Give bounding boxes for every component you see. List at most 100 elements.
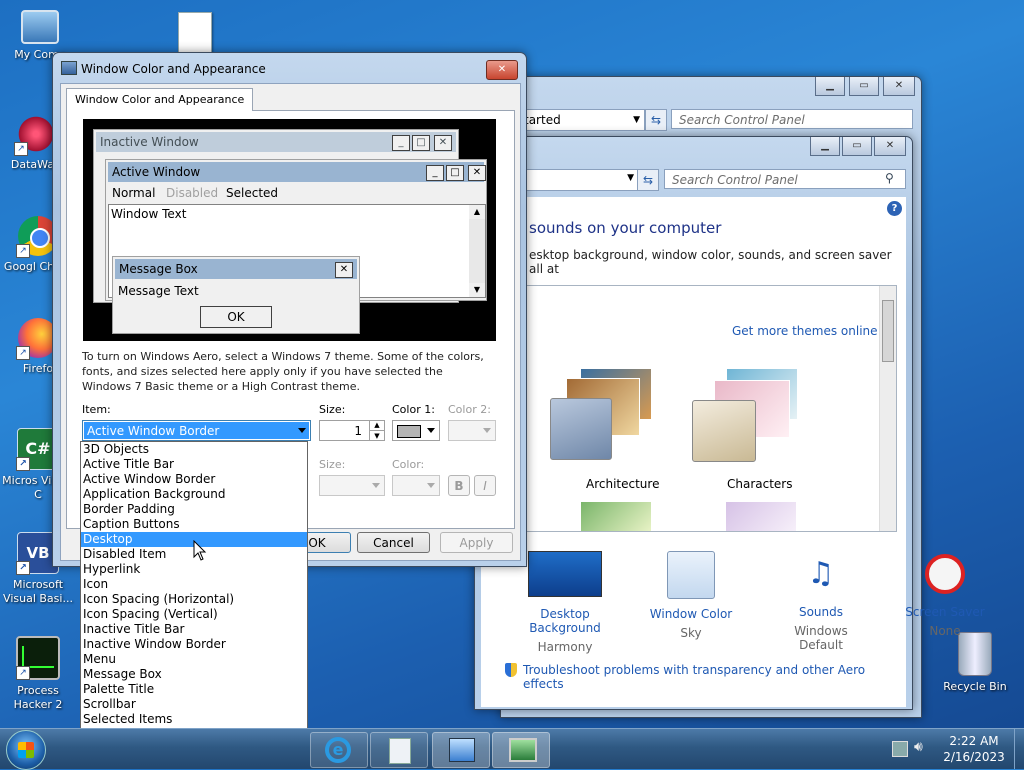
- spin-up-button[interactable]: ▲: [369, 421, 384, 430]
- dropdown-option[interactable]: Selected Items: [81, 712, 307, 727]
- search-input[interactable]: Search Control Panel: [671, 109, 913, 129]
- color2-picker[interactable]: [448, 420, 496, 441]
- show-desktop-button[interactable]: [1014, 729, 1024, 769]
- desktop-icon-label: Recycle Bin: [943, 680, 1007, 693]
- size-spinner[interactable]: 1 ▲ ▼: [319, 420, 385, 441]
- scrollbar[interactable]: [879, 286, 896, 531]
- document-icon[interactable]: [178, 12, 212, 54]
- theme-list[interactable]: Get more themes online Architecture Char…: [519, 285, 897, 532]
- close-button[interactable]: ✕: [874, 137, 906, 156]
- maximize-icon: □: [446, 165, 464, 181]
- taskbar-control-panel-button[interactable]: [432, 732, 490, 768]
- minimize-button[interactable]: ▁: [810, 137, 840, 156]
- minimize-icon: _: [426, 165, 444, 181]
- clock[interactable]: 2:22 AM 2/16/2023: [940, 733, 1008, 765]
- window-color-item[interactable]: Window Color Sky: [641, 551, 741, 640]
- window-color-icon: [667, 551, 715, 599]
- preview-scrollbar: ▲ ▼: [469, 205, 485, 297]
- font-color-picker[interactable]: [392, 475, 440, 496]
- volume-icon[interactable]: 🔊︎: [914, 739, 923, 755]
- control-panel-window-front[interactable]: ▁ ▭ ✕ ▼ ⇆ Search Control Panel ⚲ ? sound…: [474, 136, 985, 710]
- cancel-button[interactable]: Cancel: [357, 532, 430, 553]
- page-heading: sounds on your computer: [529, 219, 722, 237]
- recycle-bin-icon: [958, 632, 992, 676]
- process-hacker-icon: ↗: [16, 636, 60, 680]
- taskbar-ie-button[interactable]: e: [310, 732, 368, 768]
- item-value: Sky: [680, 626, 702, 640]
- get-more-themes-link[interactable]: Get more themes online: [732, 324, 878, 338]
- bold-button[interactable]: B: [448, 475, 470, 496]
- minimize-button[interactable]: ▁: [815, 77, 845, 96]
- dropdown-option[interactable]: Hyperlink: [81, 562, 307, 577]
- dropdown-option[interactable]: Icon Spacing (Vertical): [81, 607, 307, 622]
- dropdown-option[interactable]: Icon Spacing (Horizontal): [81, 592, 307, 607]
- maximize-button[interactable]: ▭: [849, 77, 879, 96]
- display-icon: [509, 738, 537, 762]
- refresh-icon[interactable]: ⇆: [637, 169, 659, 191]
- close-button[interactable]: ✕: [486, 60, 518, 80]
- refresh-icon[interactable]: ⇆: [645, 109, 667, 131]
- sounds-item[interactable]: ♫ Sounds Windows Default: [771, 551, 871, 652]
- mouse-cursor-icon: [193, 540, 207, 561]
- dropdown-option[interactable]: Menu: [81, 652, 307, 667]
- search-input[interactable]: Search Control Panel: [664, 169, 906, 189]
- dropdown-option[interactable]: Icon: [81, 577, 307, 592]
- taskbar-appearance-button[interactable]: [492, 732, 550, 768]
- item-value: Windows Default: [794, 624, 848, 652]
- dropdown-option[interactable]: Border Padding: [81, 502, 307, 517]
- clock-date: 2/16/2023: [943, 750, 1005, 764]
- troubleshoot-link[interactable]: Troubleshoot problems with transparency …: [523, 663, 906, 691]
- dropdown-option[interactable]: Palette Title: [81, 682, 307, 697]
- font-size-select[interactable]: [319, 475, 385, 496]
- taskbar-file-button[interactable]: [370, 732, 428, 768]
- desktop-icon-process-hacker[interactable]: ↗ Process Hacker 2: [0, 636, 78, 712]
- italic-button[interactable]: I: [474, 475, 496, 496]
- minimize-icon: _: [392, 135, 410, 151]
- chevron-down-icon: [427, 483, 435, 488]
- window-text: Window Text: [111, 207, 187, 221]
- scroll-thumb[interactable]: [882, 300, 894, 362]
- shortcut-arrow-icon: ↗: [16, 561, 30, 575]
- item-dropdown-list[interactable]: 3D Objects Active Title Bar Active Window …: [80, 441, 308, 758]
- start-button[interactable]: [6, 730, 46, 770]
- theme-architecture[interactable]: [550, 368, 652, 468]
- preview-menu: Normal Disabled Selected: [108, 184, 482, 202]
- dropdown-option[interactable]: Message Box: [81, 667, 307, 682]
- dropdown-option[interactable]: Active Window Border: [81, 472, 307, 487]
- shortcut-arrow-icon: ↗: [16, 666, 30, 680]
- color1-label: Color 1:: [392, 403, 435, 416]
- message-text: Message Text: [118, 284, 199, 298]
- shortcut-arrow-icon: ↗: [16, 244, 30, 258]
- address-bar[interactable]: ▼: [515, 169, 639, 191]
- color1-picker[interactable]: [392, 420, 440, 441]
- network-icon[interactable]: [892, 741, 908, 757]
- address-text: tarted: [524, 113, 561, 127]
- dropdown-option[interactable]: Scrollbar: [81, 697, 307, 712]
- dropdown-option[interactable]: Application Background: [81, 487, 307, 502]
- screen-saver-item[interactable]: Screen Saver None: [895, 551, 995, 638]
- tab-window-color[interactable]: Window Color and Appearance: [66, 88, 254, 111]
- dropdown-option[interactable]: Inactive Window Border: [81, 637, 307, 652]
- font-color-label: Color:: [392, 458, 425, 471]
- dropdown-option[interactable]: 3D Objects: [81, 442, 307, 457]
- theme-label: Architecture: [586, 477, 660, 491]
- close-button[interactable]: ✕: [883, 77, 915, 96]
- spin-down-button[interactable]: ▼: [369, 430, 384, 441]
- color2-label: Color 2:: [448, 403, 491, 416]
- item-select[interactable]: Active Window Border: [82, 420, 311, 441]
- shortcut-arrow-icon: ↗: [14, 142, 28, 156]
- content-area: ? sounds on your computer esktop backgro…: [481, 197, 985, 707]
- apply-button[interactable]: Apply: [440, 532, 513, 553]
- help-icon[interactable]: ?: [887, 201, 902, 216]
- active-title-text: Active Window: [112, 165, 201, 179]
- dropdown-option[interactable]: Caption Buttons: [81, 517, 307, 532]
- preview-inactive-title-bar: Inactive Window _ □ ✕: [96, 132, 456, 152]
- menu-disabled: Disabled: [166, 186, 219, 200]
- maximize-button[interactable]: ▭: [842, 137, 872, 156]
- preview-active-title-bar: Active Window _ □ ✕: [108, 162, 486, 182]
- dropdown-option[interactable]: Active Title Bar: [81, 457, 307, 472]
- desktop-icon-recycle-bin[interactable]: Recycle Bin: [935, 632, 1015, 694]
- address-bar[interactable]: tarted ▼: [519, 109, 645, 131]
- dropdown-option[interactable]: Inactive Title Bar: [81, 622, 307, 637]
- theme-characters[interactable]: [692, 368, 802, 468]
